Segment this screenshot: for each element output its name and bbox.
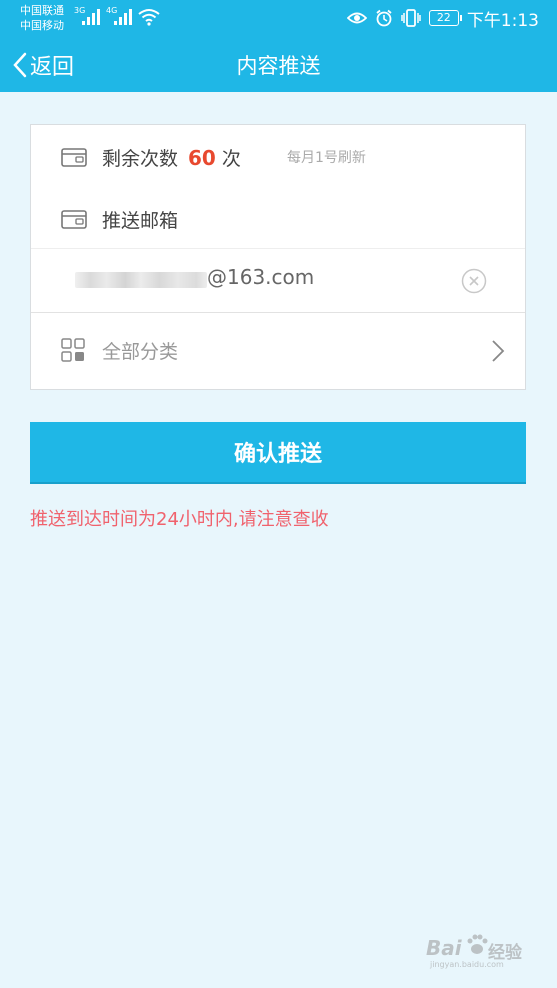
push-settings-card: 剩余次数 60 次 每月1号刷新 推送邮箱 @163.com 全部分类	[30, 124, 526, 390]
eye-icon	[346, 12, 367, 24]
wallet-icon	[61, 210, 87, 229]
remaining-unit: 次	[221, 147, 241, 170]
email-redaction	[75, 272, 207, 288]
chevron-right-icon	[492, 340, 505, 362]
carrier-info: 中国联通 中国移动	[20, 3, 64, 33]
top-bar: 中国联通 中国移动 3G 4G 22 下午1:13 返回 内容推送	[0, 0, 557, 92]
watermark-url: jingyan.baidu.com	[430, 960, 504, 969]
clock-time: 下午1:13	[466, 10, 539, 31]
clear-icon[interactable]	[461, 268, 487, 294]
email-value: @163.com	[207, 265, 315, 289]
baidu-jingyan-watermark: Bai 经验 jingyan.baidu.com	[426, 930, 536, 974]
confirm-push-button[interactable]: 确认推送	[30, 422, 526, 484]
category-label: 全部分类	[102, 341, 179, 363]
status-bar: 中国联通 中国移动 3G 4G 22 下午1:13	[0, 0, 557, 36]
carrier-1: 中国联通	[20, 4, 64, 17]
paw-icon	[467, 934, 488, 954]
remaining-label: 剩余次数	[102, 147, 179, 170]
refresh-note: 每月1号刷新	[287, 150, 366, 166]
wifi-icon	[138, 9, 160, 26]
category-selector[interactable]: 全部分类	[31, 313, 525, 389]
watermark-brand: Bai	[426, 936, 462, 960]
alarm-icon	[376, 9, 392, 27]
remaining-count-row: 剩余次数 60 次 每月1号刷新	[31, 137, 525, 177]
network-type-2: 4G	[106, 6, 118, 15]
email-label: 推送邮箱	[102, 209, 179, 232]
battery-icon: 22	[428, 10, 462, 26]
remaining-count: 60	[188, 145, 216, 170]
page-title: 内容推送	[236, 54, 321, 78]
carrier-2: 中国移动	[20, 19, 64, 32]
grid-icon	[61, 338, 85, 362]
email-label-row: 推送邮箱	[31, 199, 525, 239]
nav-bar: 返回 内容推送	[0, 40, 557, 92]
status-right: 22 下午1:13	[346, 6, 539, 31]
network-type-1: 3G	[74, 6, 86, 15]
vibrate-icon	[401, 9, 421, 27]
remaining-label-group: 剩余次数 60 次	[102, 144, 241, 171]
email-field[interactable]: @163.com	[31, 249, 525, 311]
delivery-hint: 推送到达时间为24小时内,请注意查收	[30, 509, 329, 530]
wallet-icon	[61, 148, 87, 167]
